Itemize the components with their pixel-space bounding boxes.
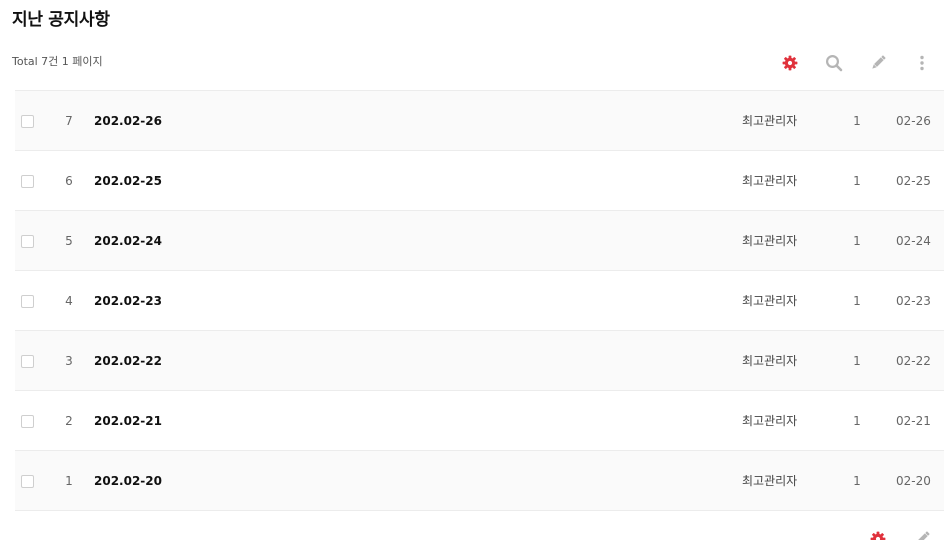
table-row: 6 202.02-25 최고관리자 1 02-25 [15,151,944,211]
post-hits: 1 [853,174,861,188]
post-author: 최고관리자 [742,294,798,308]
post-subject-link[interactable]: 202.02-24 [94,233,162,249]
table-row: 5 202.02-24 최고관리자 1 02-24 [15,211,944,271]
post-hits: 1 [853,234,861,248]
board-page: 지난 공지사항 Total 7건 1 페이지 7 202.02-26 최고관리자… [0,0,944,540]
post-subject-link[interactable]: 202.02-25 [94,173,162,189]
post-author: 최고관리자 [742,414,798,428]
table-row: 3 202.02-22 최고관리자 1 02-22 [15,331,944,391]
post-subject-link[interactable]: 202.02-26 [94,113,162,129]
pencil-icon [918,531,930,540]
post-hits: 1 [853,414,861,428]
row-checkbox[interactable] [21,295,34,308]
post-subject-link[interactable]: 202.02-23 [94,293,162,309]
post-author: 최고관리자 [742,354,798,368]
admin-button[interactable] [768,50,812,76]
gear-icon [782,55,798,71]
table-row: 7 202.02-26 최고관리자 1 02-26 [15,91,944,151]
post-subject-link[interactable]: 202.02-20 [94,473,162,489]
row-checkbox[interactable] [21,115,34,128]
more-options-button[interactable] [900,50,944,76]
post-subject-link[interactable]: 202.02-22 [94,353,162,369]
bottom-toolbar [856,526,944,540]
post-date: 02-20 [896,474,931,488]
pencil-icon [872,55,886,69]
post-date: 02-24 [896,234,931,248]
table-row: 4 202.02-23 최고관리자 1 02-23 [15,271,944,331]
post-hits: 1 [853,294,861,308]
row-checkbox[interactable] [21,415,34,428]
post-number: 5 [65,234,73,248]
post-author: 최고관리자 [742,114,798,128]
post-hits: 1 [853,474,861,488]
post-hits: 1 [853,354,861,368]
post-number: 3 [65,354,73,368]
table-row: 2 202.02-21 최고관리자 1 02-21 [15,391,944,451]
post-author: 최고관리자 [742,174,798,188]
post-list: 7 202.02-26 최고관리자 1 02-26 6 202.02-25 최고… [15,90,944,511]
post-number: 6 [65,174,73,188]
post-author: 최고관리자 [742,474,798,488]
post-date: 02-23 [896,294,931,308]
post-date: 02-25 [896,174,931,188]
row-checkbox[interactable] [21,475,34,488]
post-number: 7 [65,114,73,128]
search-icon [825,54,843,72]
total-count: Total 7건 1 페이지 [12,55,103,68]
table-row: 1 202.02-20 최고관리자 1 02-20 [15,451,944,511]
post-hits: 1 [853,114,861,128]
write-button[interactable] [856,50,900,76]
top-toolbar [768,50,944,76]
admin-button-bottom[interactable] [856,526,900,540]
gear-icon [870,531,886,540]
post-number: 2 [65,414,73,428]
post-author: 최고관리자 [742,234,798,248]
row-checkbox[interactable] [21,355,34,368]
row-checkbox[interactable] [21,235,34,248]
post-date: 02-26 [896,114,931,128]
page-title: 지난 공지사항 [12,10,110,30]
post-number: 1 [65,474,73,488]
write-button-bottom[interactable] [900,526,944,540]
post-number: 4 [65,294,73,308]
more-vertical-icon [920,55,924,71]
post-date: 02-21 [896,414,931,428]
post-subject-link[interactable]: 202.02-21 [94,413,162,429]
row-checkbox[interactable] [21,175,34,188]
post-date: 02-22 [896,354,931,368]
search-button[interactable] [812,50,856,76]
